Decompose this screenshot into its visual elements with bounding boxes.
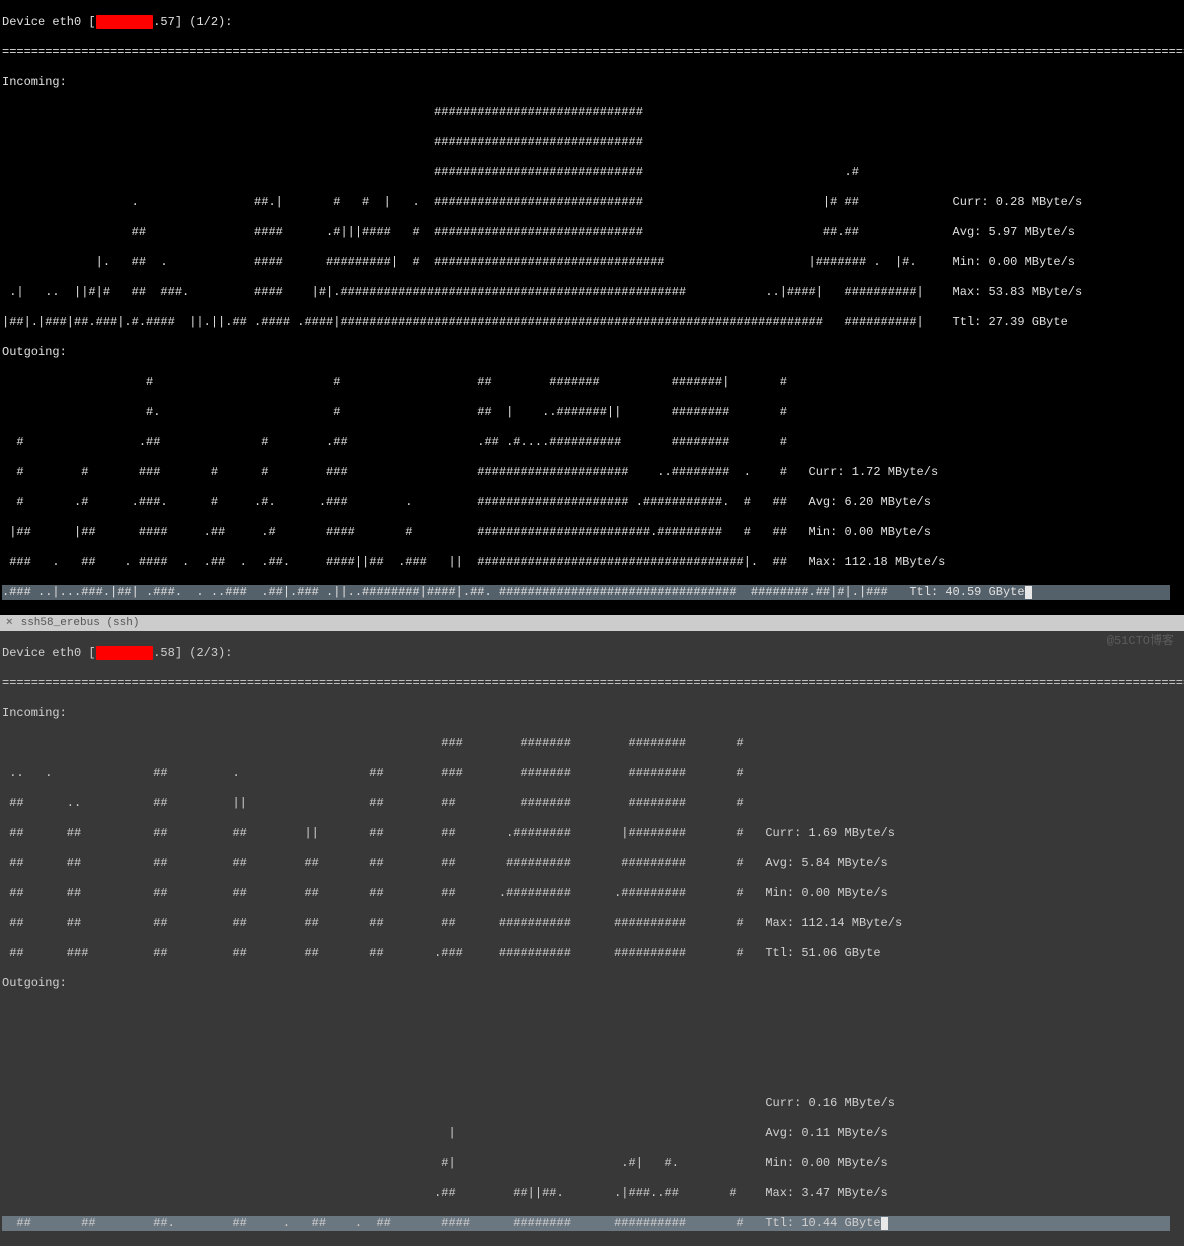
chart-row: | Avg: 0.11 MByte/s (2, 1126, 1182, 1141)
chart-row: ## ## ## ## || ## ## .######## |########… (2, 826, 1182, 841)
tab-label[interactable]: ssh58_erebus (ssh) (21, 615, 140, 631)
terminal-pane-bottom[interactable]: Device eth0 [XXXXXXXX.58] (2/3): =======… (0, 631, 1184, 1246)
chart-row: ## #### .#|||#### # ####################… (2, 225, 1182, 240)
hr: ========================================… (2, 45, 1182, 60)
chart-row: ### . ## . #### . .## . .##. ####||## .#… (2, 555, 1182, 570)
outgoing-label: Outgoing: (2, 976, 1182, 991)
chart-row: ## ## ## ## ## ## ## ########## ########… (2, 916, 1182, 931)
redacted-ip: XXXXXXXX (96, 646, 154, 660)
chart-row: .## ##||##. .|###..## # Max: 3.47 MByte/… (2, 1186, 1182, 1201)
chart-row: ## ## ## ## ## ## ## ######### #########… (2, 856, 1182, 871)
chart-row: ## .. ## || ## ## ####### ######## # (2, 796, 1182, 811)
hr: ========================================… (2, 676, 1182, 691)
chart-row: #. # ## | ..#######|| ######## # (2, 405, 1182, 420)
incoming-label: Incoming: (2, 706, 1182, 721)
chart-row: ############################# (2, 135, 1182, 150)
blank-row (2, 1066, 1182, 1081)
blank-row (2, 1006, 1182, 1021)
chart-row: # # ## ####### #######| # (2, 375, 1182, 390)
chart-row: ############################# (2, 105, 1182, 120)
chart-row: # .# .###. # .#. .### . ################… (2, 495, 1182, 510)
chart-row: .| .. ||#|# ## ###. #### |#|.###########… (2, 285, 1182, 300)
chart-row: ############################# .# (2, 165, 1182, 180)
chart-row: ## ## ## ## ## ## ## .######### .#######… (2, 886, 1182, 901)
cursor (1025, 586, 1032, 599)
chart-row: |. ## . #### #########| # ##############… (2, 255, 1182, 270)
chart-row: Curr: 0.16 MByte/s (2, 1096, 1182, 1111)
redacted-ip: XXXXXXXX (96, 15, 154, 29)
device-line: Device eth0 [XXXXXXXX.58] (2/3): (2, 646, 1182, 661)
chart-row-highlight: .### ..|...###.|##| .###. . ..### .##|.#… (2, 585, 1170, 600)
tab-bar[interactable]: × ssh58_erebus (ssh) (0, 615, 1184, 631)
terminal-pane-top[interactable]: Device eth0 [XXXXXXXX.57] (1/2): =======… (0, 0, 1184, 615)
outgoing-label: Outgoing: (2, 345, 1182, 360)
chart-row: ## ### ## ## ## ## .### ########## #####… (2, 946, 1182, 961)
chart-row: # .## # .## .## .#....########## #######… (2, 435, 1182, 450)
chart-row-highlight: ## ## ##. ## . ## . ## #### ######## ###… (2, 1216, 1170, 1231)
cursor (881, 1217, 888, 1230)
chart-row: |##|.|###|##.###|.#.#### ||.||.## .#### … (2, 315, 1182, 330)
chart-row: # # ### # # ### ##################### ..… (2, 465, 1182, 480)
blank-row (2, 1036, 1182, 1051)
close-icon[interactable]: × (6, 615, 13, 631)
chart-row: . ##.| # # | . #########################… (2, 195, 1182, 210)
chart-row: #| .#| #. Min: 0.00 MByte/s (2, 1156, 1182, 1171)
chart-row: |## |## #### .## .# #### # #############… (2, 525, 1182, 540)
device-line: Device eth0 [XXXXXXXX.57] (1/2): (2, 15, 1182, 30)
incoming-label: Incoming: (2, 75, 1182, 90)
chart-row: .. . ## . ## ### ####### ######## # (2, 766, 1182, 781)
chart-row: ### ####### ######## # (2, 736, 1182, 751)
